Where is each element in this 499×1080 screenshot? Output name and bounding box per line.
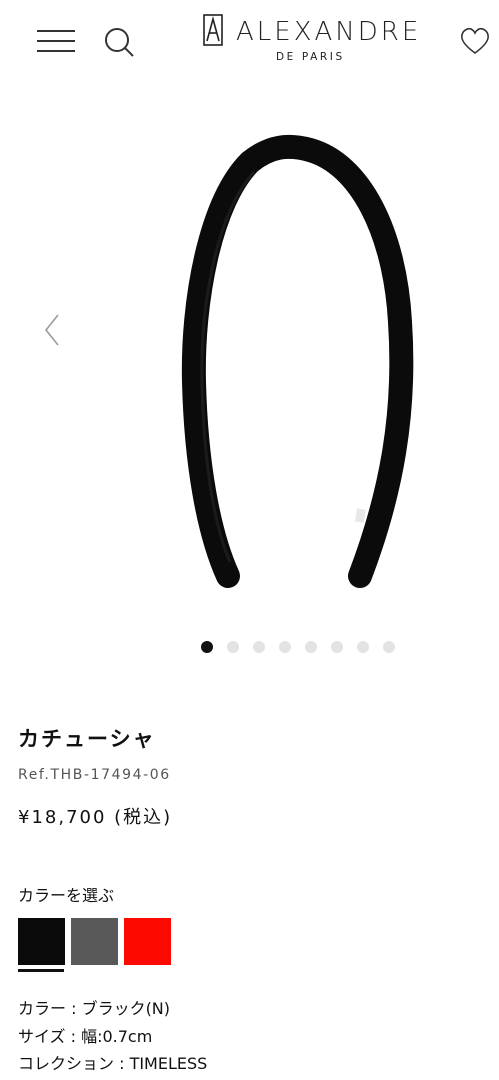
menu-button[interactable] bbox=[37, 28, 77, 54]
brand-name: ALEXANDRE bbox=[236, 17, 422, 47]
spec-color: カラー : ブラック(N) bbox=[18, 999, 171, 1018]
heart-icon bbox=[461, 27, 489, 54]
brand-subtitle: DE PARIS bbox=[276, 51, 345, 63]
gallery-dot[interactable] bbox=[357, 641, 369, 653]
gallery-pagination bbox=[201, 641, 395, 655]
product-reference: Ref.THB-17494-06 bbox=[18, 767, 171, 783]
favorite-button[interactable] bbox=[459, 26, 491, 56]
spec-collection: コレクション : TIMELESS bbox=[18, 1054, 208, 1073]
color-selector-heading: カラーを選ぶ bbox=[18, 886, 115, 905]
gallery-dot[interactable] bbox=[305, 641, 317, 653]
product-title: カチューシャ bbox=[18, 727, 156, 751]
gallery-dot[interactable] bbox=[383, 641, 395, 653]
chevron-left-icon bbox=[44, 314, 59, 346]
color-swatch-gray[interactable] bbox=[71, 918, 118, 965]
gallery-dot[interactable] bbox=[253, 641, 265, 653]
spec-size: サイズ : 幅:0.7cm bbox=[18, 1027, 153, 1046]
color-swatch-red[interactable] bbox=[124, 918, 171, 965]
brand-mark-icon bbox=[203, 14, 223, 46]
menu-icon-line bbox=[37, 30, 75, 32]
gallery-dot[interactable] bbox=[201, 641, 213, 653]
search-icon bbox=[105, 28, 134, 57]
selected-swatch-indicator bbox=[18, 969, 64, 972]
gallery-prev-button[interactable] bbox=[38, 310, 68, 350]
brand-logo[interactable]: ALEXANDRE DE PARIS bbox=[200, 12, 418, 66]
gallery-dot[interactable] bbox=[279, 641, 291, 653]
product-price: ¥18,700 (税込) bbox=[18, 807, 173, 828]
header: ALEXANDRE DE PARIS bbox=[0, 0, 499, 85]
color-swatch-black[interactable] bbox=[18, 918, 65, 965]
menu-icon-line bbox=[37, 50, 75, 52]
search-button[interactable] bbox=[103, 26, 137, 60]
gallery-dot[interactable] bbox=[331, 641, 343, 653]
product-image-headband bbox=[181, 134, 414, 588]
menu-icon-line bbox=[37, 40, 75, 42]
gallery-dot[interactable] bbox=[227, 641, 239, 653]
